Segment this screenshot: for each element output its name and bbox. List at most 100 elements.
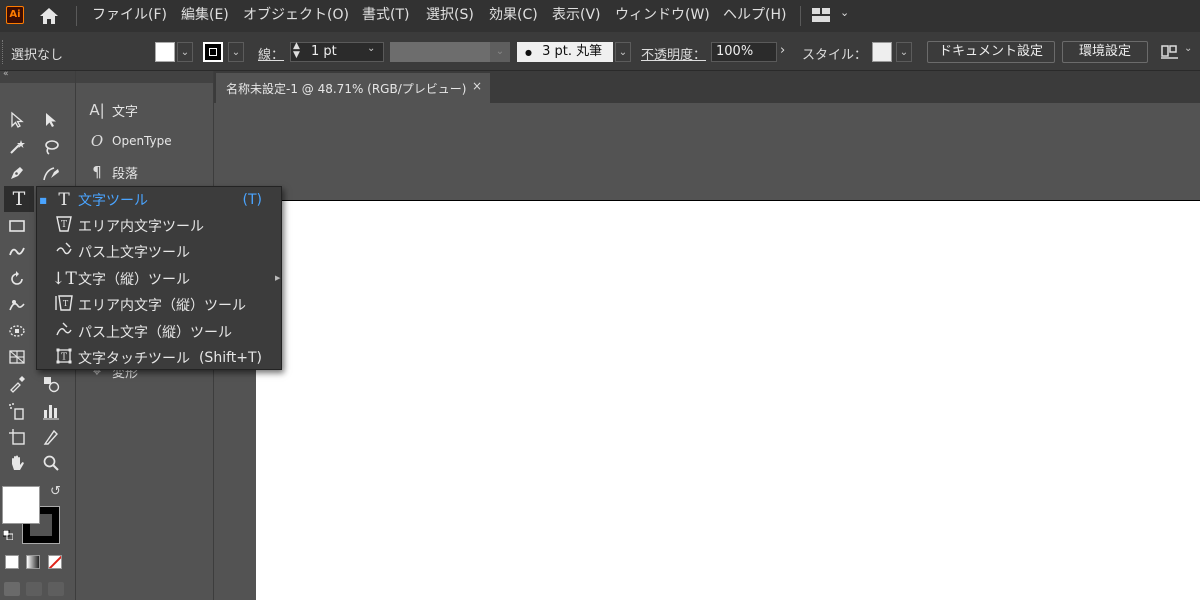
chevron-right-icon[interactable]: › — [780, 43, 785, 58]
svg-text:T: T — [61, 352, 67, 362]
tools-panel-header[interactable]: « — [0, 69, 75, 83]
magic-wand-tool-icon[interactable] — [6, 136, 28, 158]
panel-character[interactable]: A| 文字 — [82, 95, 138, 125]
document-setup-button[interactable]: ドキュメント設定 — [927, 41, 1055, 63]
eyedropper-tool-icon[interactable] — [6, 373, 28, 395]
stroke-weight-value: 1 pt — [311, 44, 337, 59]
opacity-field[interactable]: 100% — [711, 42, 777, 62]
grip-handle[interactable] — [2, 40, 6, 64]
menu-file[interactable]: ファイル(F) — [92, 0, 167, 32]
blend-tool-icon[interactable] — [40, 373, 62, 395]
rotate-tool-icon[interactable] — [6, 268, 28, 290]
panel-label: OpenType — [112, 134, 172, 148]
home-icon[interactable] — [38, 5, 60, 27]
flyout-item-label: 文字（縦）ツール — [78, 272, 190, 288]
flyout-item-label: 文字タッチツール — [78, 351, 190, 367]
flyout-item-type-tool[interactable]: ■ T 文字ツール (T) — [36, 187, 282, 213]
brush-dot-icon: ● — [525, 48, 532, 57]
gradient-mode-icon[interactable] — [26, 555, 40, 569]
chevron-down-icon[interactable]: ⌄ — [490, 42, 510, 62]
shaper-tool-icon[interactable] — [6, 241, 28, 263]
hand-tool-icon[interactable] — [6, 452, 28, 474]
flyout-item-area-type-tool[interactable]: T エリア内文字ツール — [36, 213, 282, 239]
panel-paragraph[interactable]: ¶ 段落 — [82, 157, 138, 187]
panel-opentype[interactable]: O OpenType — [82, 126, 172, 156]
flyout-item-vertical-type-on-path-tool[interactable]: パス上文字（縦）ツール — [36, 319, 282, 345]
chevron-down-icon[interactable]: ⌄ — [896, 42, 912, 62]
flyout-item-label: パス上文字（縦）ツール — [78, 325, 232, 341]
document-tab-title[interactable]: 名称未設定-1 @ 48.71% (RGB/プレビュー) — [226, 80, 466, 97]
menu-edit[interactable]: 編集(E) — [181, 0, 229, 32]
artboard[interactable] — [256, 201, 1200, 600]
column-graph-tool-icon[interactable] — [40, 400, 62, 422]
chevron-down-icon[interactable]: ⌄ — [1184, 43, 1192, 54]
flyout-item-label: エリア内文字（縦）ツール — [78, 298, 246, 314]
collapse-icon[interactable]: « — [3, 69, 9, 79]
preferences-button[interactable]: 環境設定 — [1062, 41, 1148, 63]
menu-object[interactable]: オブジェクト(O) — [243, 0, 349, 32]
color-mode-icon[interactable] — [5, 555, 19, 569]
svg-text:T: T — [61, 220, 67, 230]
draw-inside-icon[interactable] — [48, 582, 64, 596]
menu-effect[interactable]: 効果(C) — [489, 0, 538, 32]
tearoff-arrow-icon[interactable]: ▶ — [275, 274, 280, 282]
none-mode-icon[interactable] — [48, 555, 62, 569]
type-tool-icon: T — [58, 190, 70, 210]
flyout-item-label: 文字ツール — [78, 193, 148, 209]
vertical-area-type-tool-icon: T — [50, 294, 78, 317]
menu-window[interactable]: ウィンドウ(W) — [615, 0, 710, 32]
menu-select[interactable]: 選択(S) — [426, 0, 474, 32]
fill-color-swatch[interactable] — [155, 42, 175, 62]
flyout-item-touch-type-tool[interactable]: T 文字タッチツール (Shift+T) — [36, 345, 282, 371]
free-transform-tool-icon[interactable] — [6, 320, 28, 342]
stroke-label[interactable]: 線： — [258, 44, 284, 63]
stroke-color-swatch[interactable] — [203, 42, 223, 62]
opacity-label[interactable]: 不透明度： — [641, 44, 706, 63]
menu-view[interactable]: 表示(V) — [552, 0, 601, 32]
chevron-down-icon[interactable]: ⌄ — [228, 42, 244, 62]
selection-tool-icon[interactable] — [6, 109, 28, 131]
brush-definition[interactable]: ● 3 pt. 丸筆 — [517, 42, 613, 62]
rectangle-tool-icon[interactable] — [6, 215, 28, 237]
flyout-item-vertical-type-tool[interactable]: ↓T 文字（縦）ツール — [36, 266, 282, 292]
vertical-type-on-path-tool-icon — [50, 321, 78, 344]
touch-type-tool-icon: T — [50, 347, 78, 370]
menu-type[interactable]: 書式(T) — [362, 0, 409, 32]
symbol-sprayer-tool-icon[interactable] — [6, 400, 28, 422]
lasso-tool-icon[interactable] — [40, 136, 62, 158]
direct-selection-tool-icon[interactable] — [40, 109, 62, 131]
zoom-tool-icon[interactable] — [40, 452, 62, 474]
character-panel-icon: A| — [89, 101, 105, 119]
perspective-grid-tool-icon[interactable] — [6, 346, 28, 368]
variable-width-profile[interactable] — [390, 42, 490, 62]
warp-tool-icon[interactable] — [6, 294, 28, 316]
chevron-down-icon[interactable]: ⌄ — [367, 43, 375, 54]
close-icon[interactable]: × — [472, 79, 482, 93]
workspace-switcher-icon[interactable] — [812, 7, 830, 23]
stepper-icon[interactable]: ▲ ▼ — [293, 42, 300, 60]
menu-help[interactable]: ヘルプ(H) — [723, 0, 786, 32]
chevron-down-icon[interactable]: ⌄ — [615, 42, 631, 62]
panels-header[interactable] — [76, 71, 213, 83]
graphic-style-swatch[interactable] — [872, 42, 892, 62]
pen-tool-icon[interactable] — [6, 162, 28, 184]
align-options-icon[interactable] — [1160, 42, 1180, 62]
svg-text:T: T — [63, 299, 69, 308]
curvature-tool-icon[interactable] — [40, 162, 62, 184]
artboard-tool-icon[interactable] — [6, 426, 28, 448]
default-colors-icon[interactable] — [2, 529, 14, 541]
fill-color-box[interactable] — [2, 486, 40, 524]
chevron-down-icon[interactable]: ⌄ — [840, 6, 849, 19]
flyout-item-shortcut: (Shift+T) — [198, 350, 262, 366]
draw-normal-icon[interactable] — [4, 582, 20, 596]
chevron-down-icon[interactable]: ⌄ — [177, 42, 193, 62]
swap-fill-stroke-icon[interactable]: ↺ — [50, 484, 61, 499]
flyout-item-shortcut: (T) — [242, 192, 262, 208]
flyout-item-label: エリア内文字ツール — [78, 219, 204, 235]
opentype-panel-icon: O — [90, 132, 104, 150]
flyout-item-type-on-path-tool[interactable]: パス上文字ツール — [36, 239, 282, 265]
type-tool-icon[interactable]: T — [8, 188, 30, 210]
draw-behind-icon[interactable] — [26, 582, 42, 596]
slice-tool-icon[interactable] — [40, 426, 62, 448]
flyout-item-vertical-area-type-tool[interactable]: T エリア内文字（縦）ツール — [36, 292, 282, 318]
